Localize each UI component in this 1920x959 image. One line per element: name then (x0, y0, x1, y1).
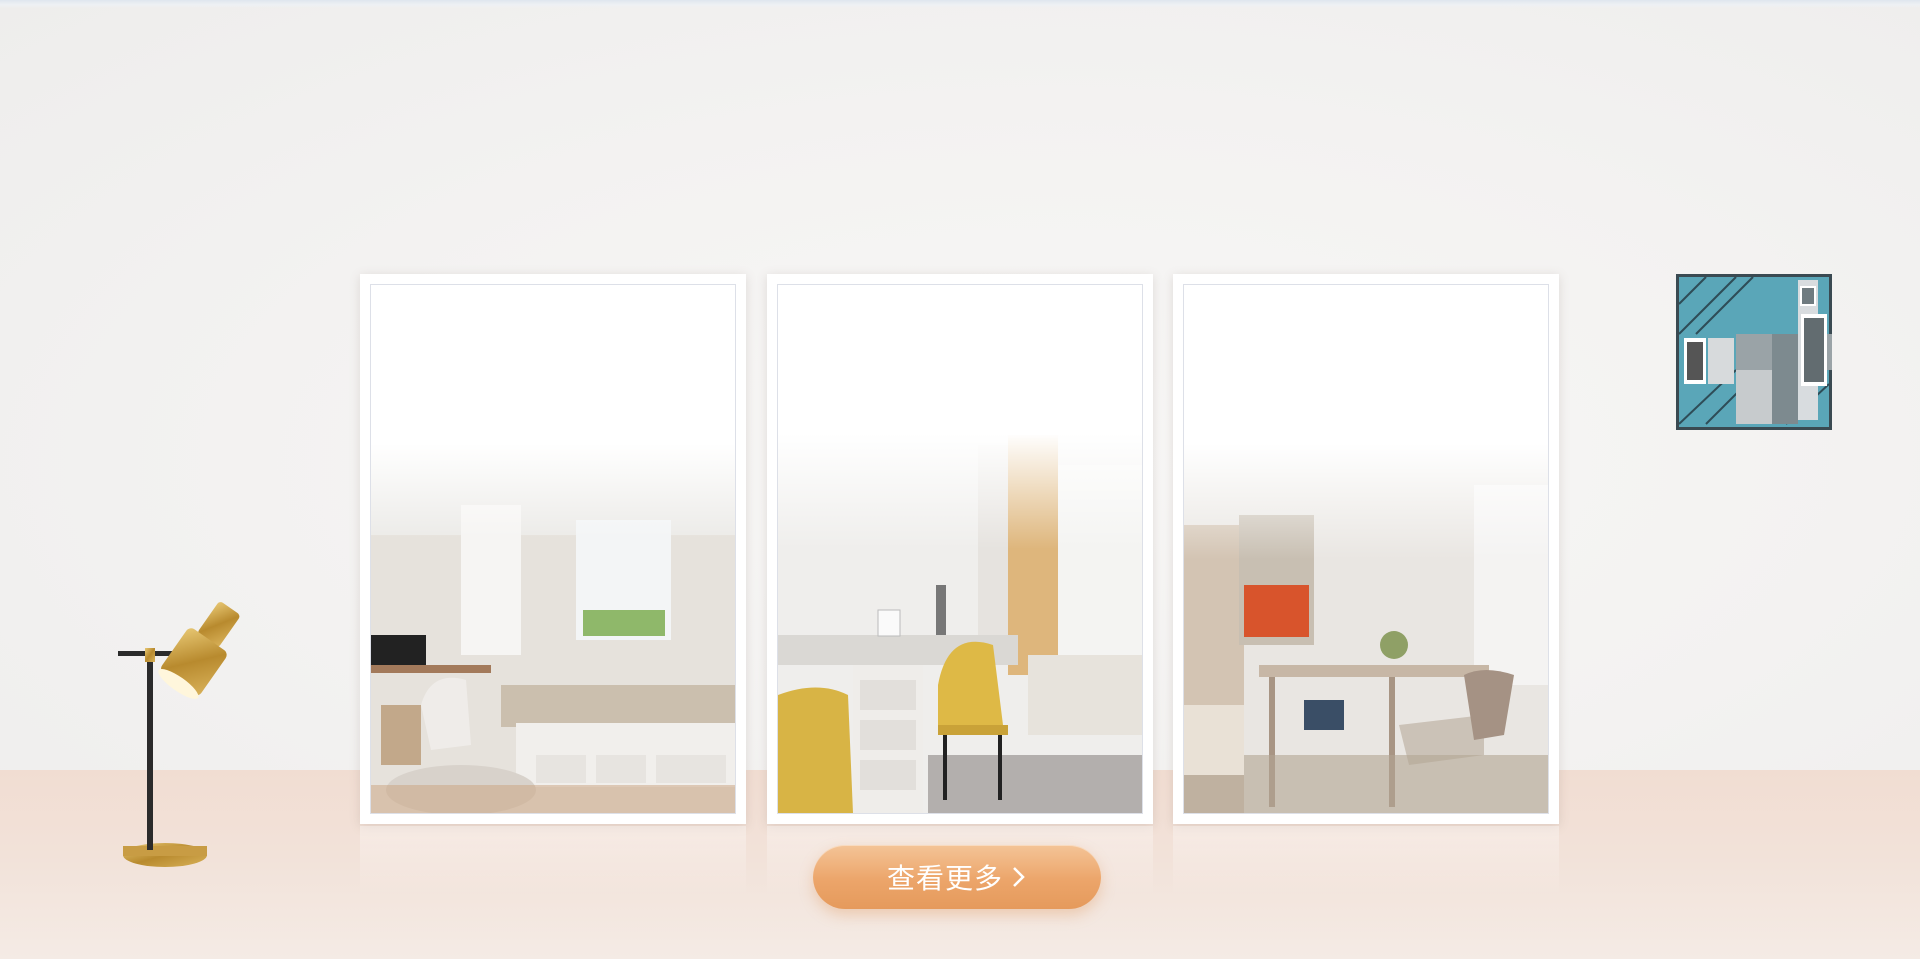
study-scene (778, 285, 1142, 813)
gallery-frame-1[interactable] (360, 274, 746, 896)
view-more-button[interactable]: 查看更多 (813, 845, 1101, 909)
bedroom-scene (371, 285, 735, 813)
chevron-right-icon (1013, 867, 1025, 887)
top-edge (0, 0, 1920, 8)
tearoom-scene (1184, 285, 1548, 813)
frame-reflection (360, 826, 746, 896)
gallery-frame-3[interactable] (1173, 274, 1559, 896)
frame-reflection (1173, 826, 1559, 896)
gallery-frame-2[interactable] (767, 274, 1153, 896)
room-photo-study[interactable] (777, 284, 1143, 814)
desk-lamp-icon (118, 602, 240, 867)
view-more-label: 查看更多 (886, 862, 1003, 895)
room-photo-tearoom[interactable] (1183, 284, 1549, 814)
wall-art-painting-icon (1676, 274, 1832, 430)
room-photo-bedroom[interactable] (370, 284, 736, 814)
